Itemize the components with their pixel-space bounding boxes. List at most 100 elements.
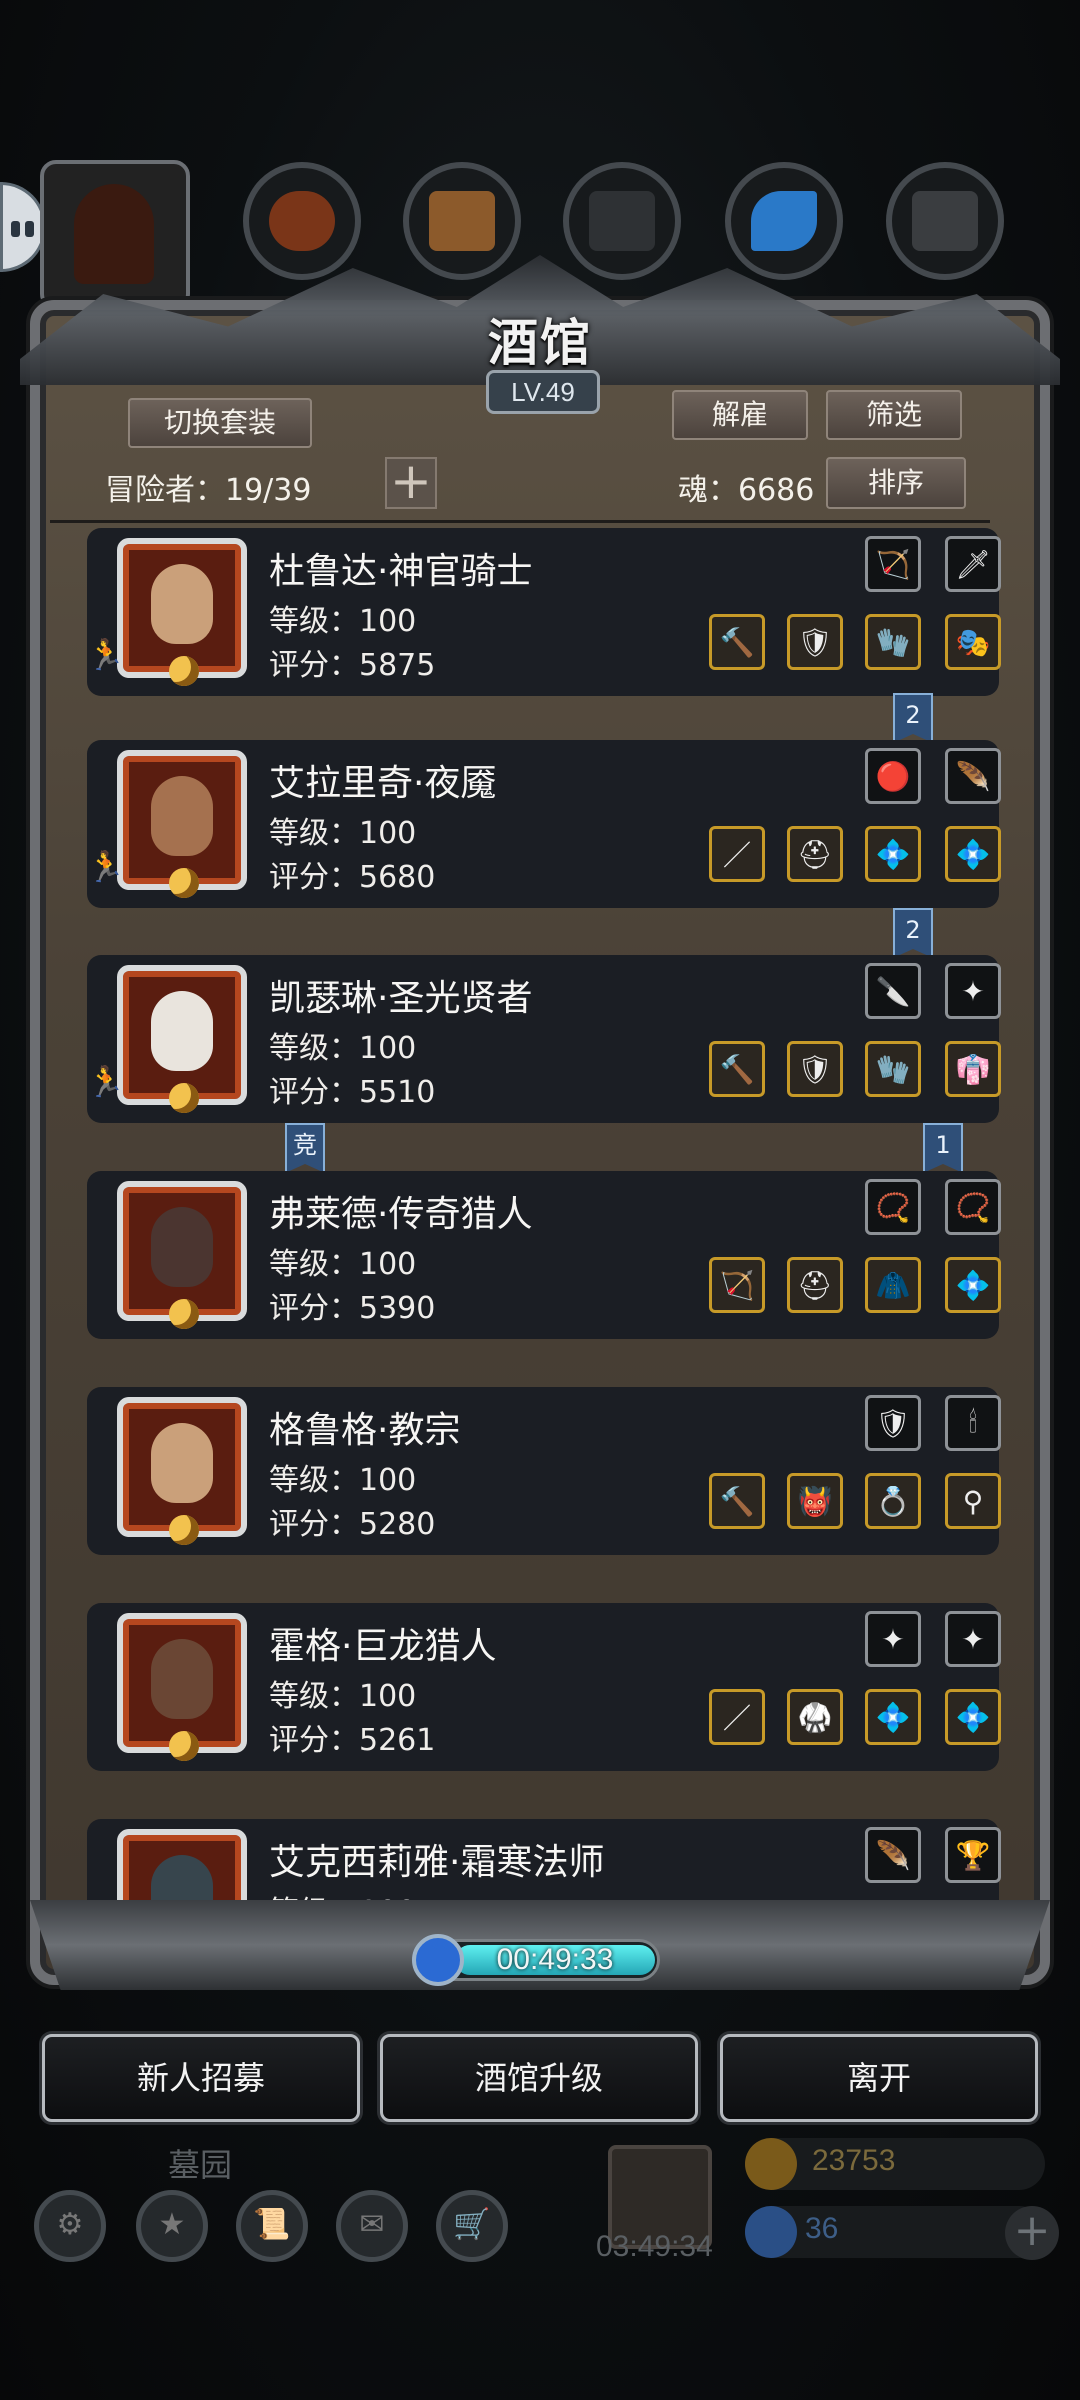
- hero-row[interactable]: 弗莱德·传奇猎人 等级：100 评分：5390 📿 📿 🏹 ⛑ 🧥 💠: [87, 1171, 1001, 1339]
- hero-level: 等级：100: [269, 1463, 417, 1498]
- hero-score: 评分：5875: [269, 648, 436, 683]
- spear-icon[interactable]: ／: [709, 826, 765, 882]
- robe-icon[interactable]: 👘: [945, 1041, 1001, 1097]
- hero-row[interactable]: 🏃 凯瑟琳·圣光贤者 等级：100 评分：5510 🔪 ✦ 🔨 🛡 🧤 👘: [87, 955, 1001, 1123]
- hammer-icon[interactable]: 🔨: [709, 614, 765, 670]
- feather-icon[interactable]: 🪶: [865, 1827, 921, 1883]
- emblem-icon[interactable]: ✦: [945, 963, 1001, 1019]
- hero-level: 等级：100: [269, 604, 417, 639]
- chest-armor-icon[interactable]: 🛡: [787, 614, 843, 670]
- running-figure-icon: 🏃: [87, 1065, 125, 1100]
- upgrade-tavern-button[interactable]: 酒馆升级: [380, 2034, 698, 2122]
- category-tab-selected[interactable]: [40, 160, 190, 310]
- heart-gem-icon[interactable]: 💠: [865, 1689, 921, 1745]
- heart-gem-icon[interactable]: 💠: [945, 1257, 1001, 1313]
- hero-score: 评分：5261: [269, 1723, 436, 1758]
- candelabra-icon[interactable]: 🕯: [945, 1395, 1001, 1451]
- shop-icon[interactable]: 🛒: [436, 2190, 508, 2262]
- helmet-icon[interactable]: ⛑: [787, 1257, 843, 1313]
- armor-icon: [269, 191, 335, 251]
- category-tab-iron[interactable]: [886, 162, 1004, 280]
- blue-hammer-icon[interactable]: 🔨: [709, 1041, 765, 1097]
- gold-coin-icon: [745, 2138, 797, 2190]
- add-adventurer-slot-button[interactable]: +: [385, 456, 437, 509]
- dismiss-button[interactable]: 解雇: [672, 390, 808, 440]
- knife-icon[interactable]: 🔪: [865, 963, 921, 1019]
- mask-icon[interactable]: 🎭: [945, 614, 1001, 670]
- crossbow-icon[interactable]: 🏹: [709, 1257, 765, 1313]
- emblem-icon[interactable]: ✦: [945, 1611, 1001, 1667]
- necklace-icon[interactable]: 📿: [945, 1179, 1001, 1235]
- recruit-button[interactable]: 新人招募: [42, 2034, 360, 2122]
- adventurer-count: 冒险者：19/39: [105, 473, 312, 508]
- hero-portrait: [117, 750, 247, 898]
- filter-button[interactable]: 筛选: [826, 390, 962, 440]
- hero-name: 杜鲁达·神官骑士: [269, 551, 533, 592]
- trophy-icon[interactable]: 🏆: [945, 1827, 1001, 1883]
- gold-amount: 23753: [812, 2144, 896, 2177]
- heart-gem-icon[interactable]: 💠: [945, 826, 1001, 882]
- mace-icon[interactable]: 🔨: [709, 1473, 765, 1529]
- emblem-icon[interactable]: ✦: [865, 1611, 921, 1667]
- hero-list[interactable]: 🏃 杜鲁达·神官骑士 等级：100 评分：5875 🏹 🗡 🔨 🛡 🧤 🎭 2 …: [45, 523, 1035, 1910]
- feather-icon[interactable]: 🪶: [945, 748, 1001, 804]
- mail-icon[interactable]: ✉: [336, 2190, 408, 2262]
- hero-level: 等级：100: [269, 1031, 417, 1066]
- rank-ribbon: 2: [893, 908, 933, 958]
- necklace-icon[interactable]: 📿: [865, 1179, 921, 1235]
- heart-gem-icon[interactable]: 💠: [865, 826, 921, 882]
- rank-ribbon: 1: [923, 1123, 963, 1173]
- crescent-badge-icon: [169, 1731, 199, 1761]
- switch-set-button[interactable]: 切换套装: [128, 398, 312, 448]
- gem-icon: [745, 2206, 797, 2258]
- rifle-icon[interactable]: ／: [709, 1689, 765, 1745]
- plate-armor-icon[interactable]: 🛡: [787, 1041, 843, 1097]
- hero-level: 等级：100: [269, 816, 417, 851]
- star-icon[interactable]: ★: [136, 2190, 208, 2262]
- bow-icon[interactable]: 🏹: [865, 536, 921, 592]
- gem-amount: 36: [805, 2212, 839, 2245]
- crescent-badge-icon: [169, 1299, 199, 1329]
- soul-count: 魂：6686: [678, 473, 815, 508]
- category-tab-wood[interactable]: [403, 162, 521, 280]
- add-gems-button[interactable]: +: [1005, 2206, 1059, 2260]
- category-tab-stone[interactable]: [563, 162, 681, 280]
- heart-gem-icon[interactable]: 💠: [945, 1689, 1001, 1745]
- rank-ribbon: 2: [893, 693, 933, 743]
- horned-helmet-icon[interactable]: ⛑: [787, 826, 843, 882]
- hero-row[interactable]: 艾克西莉雅·霜寒法师 等级：100 🪶 🏆: [87, 1819, 1001, 1910]
- scroll-icon[interactable]: 📜: [236, 2190, 308, 2262]
- hero-portrait: [117, 965, 247, 1113]
- hero-row[interactable]: 格鲁格·教宗 等级：100 评分：5280 🛡 🕯 🔨 👹 💍 ⚲: [87, 1387, 1001, 1555]
- demon-armor-icon[interactable]: 👹: [787, 1473, 843, 1529]
- area-label: 墓园: [168, 2146, 233, 2184]
- hero-row[interactable]: 🏃 杜鲁达·神官骑士 等级：100 评分：5875 🏹 🗡 🔨 🛡 🧤 🎭: [87, 528, 1001, 696]
- category-tab-crystal[interactable]: [725, 162, 843, 280]
- gauntlet-icon[interactable]: 🧤: [865, 614, 921, 670]
- hero-portrait: [117, 1829, 247, 1910]
- hero-name: 凯瑟琳·圣光贤者: [269, 978, 533, 1019]
- hero-portrait: [117, 1181, 247, 1329]
- shield-icon[interactable]: 🛡: [865, 1395, 921, 1451]
- hero-row[interactable]: 霍格·巨龙猎人 等级：100 评分：5261 ✦ ✦ ／ 🥋 💠 💠: [87, 1603, 1001, 1771]
- gauntlet-icon[interactable]: 🧤: [865, 1041, 921, 1097]
- fire-gem-icon[interactable]: 🔴: [865, 748, 921, 804]
- cloak-icon[interactable]: 🧥: [865, 1257, 921, 1313]
- iron-icon: [912, 191, 978, 251]
- green-armor-icon[interactable]: 🥋: [787, 1689, 843, 1745]
- hero-name: 霍格·巨龙猎人: [269, 1626, 497, 1667]
- settings-icon[interactable]: ⚙: [34, 2190, 106, 2262]
- hero-name: 弗莱德·传奇猎人: [269, 1194, 533, 1235]
- crescent-badge-icon: [169, 1515, 199, 1545]
- hero-portrait: [117, 538, 247, 686]
- dagger-icon[interactable]: 🗡: [945, 536, 1001, 592]
- crystal-icon: [751, 191, 817, 251]
- crescent-badge-icon: [169, 656, 199, 686]
- leave-button[interactable]: 离开: [720, 2034, 1038, 2122]
- amulet-icon[interactable]: ⚲: [945, 1473, 1001, 1529]
- hero-row[interactable]: 🏃 艾拉里奇·夜魇 等级：100 评分：5680 🔴 🪶 ／ ⛑ 💠 💠: [87, 740, 1001, 908]
- category-tab-armor[interactable]: [243, 162, 361, 280]
- running-figure-icon: 🏃: [87, 638, 125, 673]
- sort-button[interactable]: 排序: [826, 457, 966, 509]
- frost-ring-icon[interactable]: 💍: [865, 1473, 921, 1529]
